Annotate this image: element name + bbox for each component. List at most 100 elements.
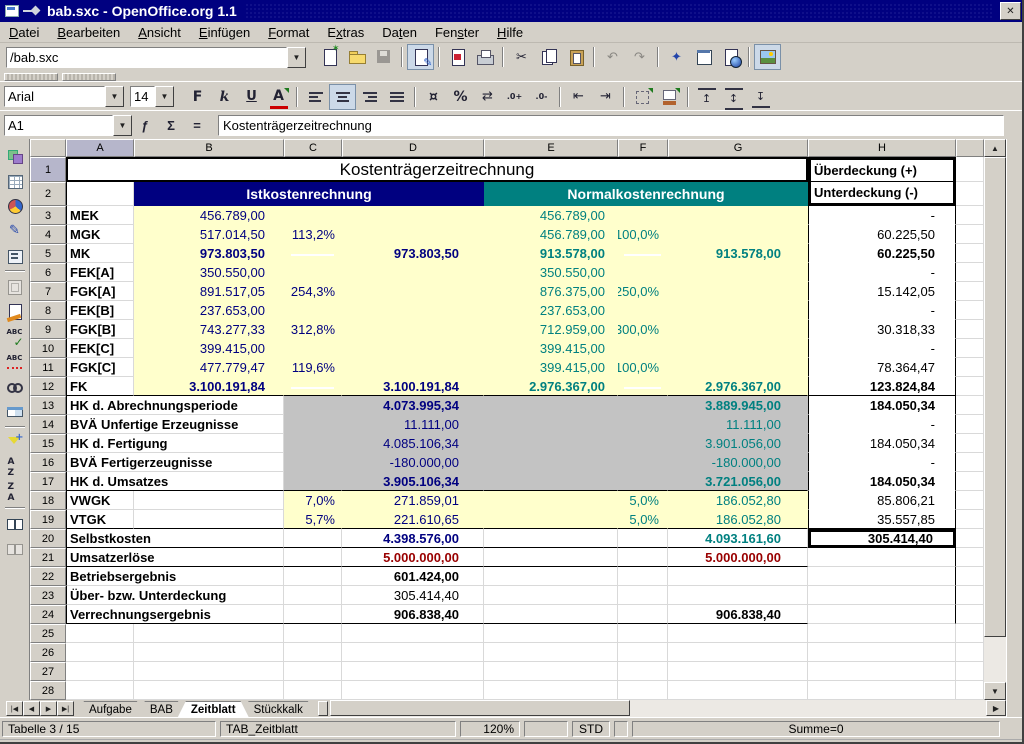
cell-H26[interactable]: [808, 643, 956, 662]
cell-E22[interactable]: [484, 567, 618, 586]
cell-E3[interactable]: 456.789,00: [484, 206, 618, 225]
cell-reference[interactable]: A1: [4, 115, 113, 136]
cell-F21[interactable]: [618, 548, 668, 567]
cell-I16[interactable]: [956, 453, 984, 472]
cell-F20[interactable]: [618, 529, 668, 548]
cell-A12[interactable]: FK: [66, 377, 134, 396]
formula-icon[interactable]: =: [184, 115, 210, 137]
cell-H18[interactable]: 85.806,21: [808, 491, 956, 510]
row-header-21[interactable]: 21: [30, 548, 66, 567]
cell-H3[interactable]: -: [808, 206, 956, 225]
font-size-value[interactable]: 14: [130, 86, 155, 107]
insert-button[interactable]: [2, 143, 28, 168]
cell-G26[interactable]: [668, 643, 808, 662]
cell-I12[interactable]: [956, 377, 984, 396]
row-header-18[interactable]: 18: [30, 491, 66, 510]
cell-D10[interactable]: [342, 339, 484, 358]
cell-I1[interactable]: [956, 157, 984, 182]
open-button[interactable]: [343, 44, 370, 70]
row-header-6[interactable]: 6: [30, 263, 66, 282]
cell-E4[interactable]: 456.789,00: [484, 225, 618, 244]
cell-F3[interactable]: [618, 206, 668, 225]
cell-A15[interactable]: HK d. Fertigung: [66, 434, 284, 453]
edit-file-button[interactable]: [407, 44, 434, 70]
cell-C23[interactable]: [284, 586, 342, 605]
insert-mode-panel[interactable]: [524, 721, 568, 737]
window-icon[interactable]: [4, 4, 20, 18]
font-size-combo[interactable]: 14 ▼: [130, 86, 174, 107]
cell-D4[interactable]: [342, 225, 484, 244]
print-button[interactable]: [471, 44, 498, 70]
italic-button[interactable]: k: [211, 84, 238, 110]
bold-button[interactable]: F: [184, 84, 211, 110]
cell-B25[interactable]: [134, 624, 284, 643]
cell-F12[interactable]: [618, 377, 668, 396]
cell-A14[interactable]: BVÄ Unfertige Erzeugnisse: [66, 415, 284, 434]
cell-F15[interactable]: [618, 434, 668, 453]
cell-I7[interactable]: [956, 282, 984, 301]
cell-A24[interactable]: Verrechnungsergebnis: [66, 605, 284, 624]
horizontal-scroll-thumb[interactable]: [330, 700, 630, 716]
save-button[interactable]: [370, 44, 397, 70]
cell-G5[interactable]: 913.578,00: [668, 244, 808, 263]
spellcheck-button[interactable]: [2, 324, 28, 349]
cell-F5[interactable]: [618, 244, 668, 263]
cell-H19[interactable]: 35.557,85: [808, 510, 956, 529]
cell-F4[interactable]: 100,0%: [618, 225, 668, 244]
autofilter-button[interactable]: [2, 430, 28, 455]
cell-A11[interactable]: FGK[C]: [66, 358, 134, 377]
cell-H27[interactable]: [808, 662, 956, 681]
cell-A21[interactable]: Umsatzerlöse: [66, 548, 284, 567]
menu-format[interactable]: Format: [259, 24, 318, 41]
cell-C25[interactable]: [284, 624, 342, 643]
row-header-28[interactable]: 28: [30, 681, 66, 700]
cell-G21[interactable]: 5.000.000,00: [668, 548, 808, 567]
cell-G28[interactable]: [668, 681, 808, 700]
cell-A25[interactable]: [66, 624, 134, 643]
cell-I8[interactable]: [956, 301, 984, 320]
cell-B11[interactable]: 477.779,47: [134, 358, 284, 377]
cell-G8[interactable]: [668, 301, 808, 320]
cell-C8[interactable]: [284, 301, 342, 320]
cell-I3[interactable]: [956, 206, 984, 225]
cell-E23[interactable]: [484, 586, 618, 605]
close-button[interactable]: ✕: [1000, 2, 1021, 20]
cell-C21[interactable]: [284, 548, 342, 567]
cell-E20[interactable]: [484, 529, 618, 548]
cell-A20[interactable]: Selbstkosten: [66, 529, 284, 548]
url-field[interactable]: /bab.sxc ▼: [6, 47, 306, 68]
cell-F18[interactable]: 5,0%: [618, 491, 668, 510]
cell-B4[interactable]: 517.014,50: [134, 225, 284, 244]
cell-H2[interactable]: Unterdeckung (-): [808, 182, 956, 206]
cell-A26[interactable]: [66, 643, 134, 662]
cell-D19[interactable]: 221.610,65: [342, 510, 484, 529]
cell-F19[interactable]: 5,0%: [618, 510, 668, 529]
cell-E2[interactable]: Normalkostenrechnung: [484, 182, 808, 206]
cell-I13[interactable]: [956, 396, 984, 415]
cell-G13[interactable]: 3.889.945,00: [668, 396, 808, 415]
row-header-23[interactable]: 23: [30, 586, 66, 605]
sum-icon[interactable]: Σ: [158, 115, 184, 137]
cell-D9[interactable]: [342, 320, 484, 339]
cell-H14[interactable]: -: [808, 415, 956, 434]
row-header-19[interactable]: 19: [30, 510, 66, 529]
cell-A28[interactable]: [66, 681, 134, 700]
align-center-vertical-button[interactable]: ↕: [720, 84, 747, 110]
cell-D15[interactable]: 4.085.106,34: [342, 434, 484, 453]
cell-C13[interactable]: [284, 396, 342, 415]
cell-I21[interactable]: [956, 548, 984, 567]
cell-E14[interactable]: [484, 415, 618, 434]
cell-C6[interactable]: [284, 263, 342, 282]
cell-A2[interactable]: [66, 182, 134, 206]
vertical-scroll-thumb[interactable]: [984, 157, 1006, 637]
currency-button[interactable]: ¤: [420, 84, 447, 110]
menu-bearbeiten[interactable]: Bearbeiten: [48, 24, 129, 41]
cell-B3[interactable]: 456.789,00: [134, 206, 284, 225]
cell-H28[interactable]: [808, 681, 956, 700]
row-header-15[interactable]: 15: [30, 434, 66, 453]
row-header-16[interactable]: 16: [30, 453, 66, 472]
cell-A10[interactable]: FEK[C]: [66, 339, 134, 358]
cell-D13[interactable]: 4.073.995,34: [342, 396, 484, 415]
cell-E15[interactable]: [484, 434, 618, 453]
cell-D21[interactable]: 5.000.000,00: [342, 548, 484, 567]
